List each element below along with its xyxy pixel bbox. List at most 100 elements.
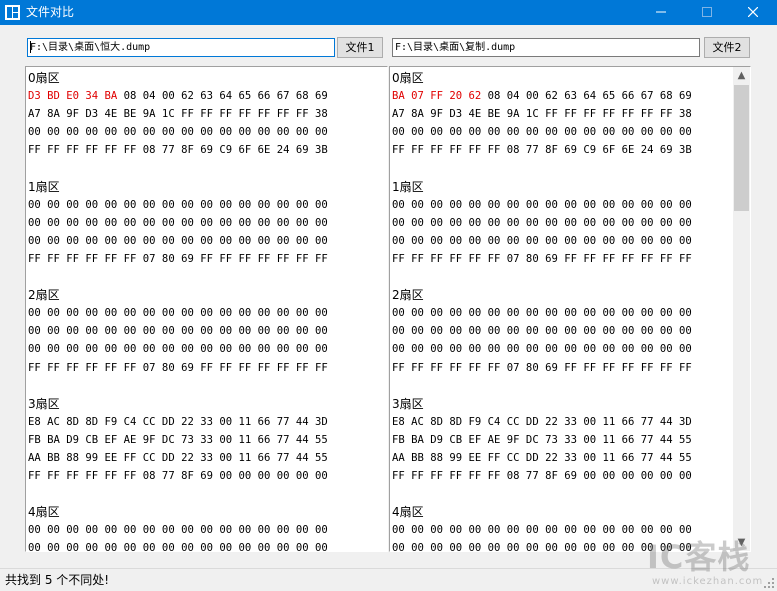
window-title: 文件对比 bbox=[26, 5, 75, 19]
hex-row: 00 00 00 00 00 00 00 00 00 00 00 00 00 0… bbox=[392, 340, 750, 358]
hex-bytes: 00 00 00 00 00 00 00 00 00 00 00 00 00 0… bbox=[28, 542, 328, 552]
hex-bytes: 00 00 00 00 00 00 00 00 00 00 00 00 00 0… bbox=[28, 198, 328, 211]
file2-hex-content: 0扇区 BA 07 FF 20 62 08 04 00 62 63 64 65 6… bbox=[392, 69, 750, 551]
sector-header: 1扇区 bbox=[392, 178, 750, 196]
scroll-down-arrow[interactable]: ▼ bbox=[733, 534, 750, 551]
sector-label: 0扇区 bbox=[392, 71, 424, 85]
hex-row: 00 00 00 00 00 00 00 00 00 00 00 00 00 0… bbox=[28, 214, 387, 232]
hex-row: A7 8A 9F D3 4E BE 9A 1C FF FF FF FF FF F… bbox=[28, 105, 387, 123]
hex-bytes: 00 00 00 00 00 00 00 00 00 00 00 00 00 0… bbox=[392, 216, 692, 229]
hex-row: 00 00 00 00 00 00 00 00 00 00 00 00 00 0… bbox=[28, 123, 387, 141]
close-button[interactable] bbox=[730, 0, 776, 25]
sector-label: 2扇区 bbox=[28, 288, 60, 303]
file1-hex-view[interactable]: 0扇区 D3 BD E0 34 BA 08 04 00 62 63 64 65 6… bbox=[25, 66, 388, 552]
minimize-button[interactable] bbox=[638, 0, 684, 25]
hex-row: 00 00 00 00 00 00 00 00 00 00 00 00 00 0… bbox=[392, 232, 750, 250]
app-icon bbox=[5, 5, 20, 20]
hex-row: BA 07 FF 20 62 08 04 00 62 63 64 65 66 6… bbox=[392, 87, 750, 105]
file2-path-input[interactable]: F:\目录\桌面\复制.dump bbox=[392, 38, 700, 57]
hex-row: AA BB 88 99 EE FF CC DD 22 33 00 11 66 7… bbox=[28, 449, 387, 467]
hex-bytes: 00 00 00 00 00 00 00 00 00 00 00 00 00 0… bbox=[392, 325, 692, 338]
hex-row: FF FF FF FF FF FF 07 80 69 FF FF FF FF F… bbox=[392, 250, 750, 268]
sector-label: 3扇区 bbox=[392, 396, 424, 411]
hex-bytes: 08 04 00 62 63 64 65 66 67 68 69 bbox=[481, 90, 692, 103]
sector-label: 1扇区 bbox=[392, 179, 424, 194]
sector-header: 4扇区 bbox=[392, 503, 750, 521]
hex-bytes: 00 00 00 00 00 00 00 00 00 00 00 00 00 0… bbox=[28, 325, 328, 338]
hex-bytes: 08 04 00 62 63 64 65 66 67 68 69 bbox=[117, 90, 328, 103]
sector-header: 1扇区 bbox=[28, 178, 387, 196]
hex-row: D3 BD E0 34 BA 08 04 00 62 63 64 65 66 6… bbox=[28, 87, 387, 105]
sector-label: 3扇区 bbox=[28, 396, 60, 411]
sector-label: 1扇区 bbox=[28, 179, 60, 194]
hex-bytes: FF FF FF FF FF FF 07 80 69 FF FF FF FF F… bbox=[392, 252, 692, 265]
minimize-icon bbox=[656, 11, 666, 13]
hex-bytes: 00 00 00 00 00 00 00 00 00 00 00 00 00 0… bbox=[28, 524, 328, 537]
hex-row: 00 00 00 00 00 00 00 00 00 00 00 00 00 0… bbox=[28, 304, 387, 322]
hex-bytes: FF FF FF FF FF FF 08 77 8F 69 C9 6F 6E 2… bbox=[392, 144, 692, 157]
hex-bytes: 00 00 00 00 00 00 00 00 00 00 00 00 00 0… bbox=[392, 542, 692, 552]
hex-row: E8 AC 8D 8D F9 C4 CC DD 22 33 00 11 66 7… bbox=[28, 413, 387, 431]
maximize-button[interactable] bbox=[684, 0, 730, 25]
diff-bytes: BA 07 FF 20 62 bbox=[392, 90, 482, 103]
vertical-scrollbar[interactable]: ▲ ▼ bbox=[733, 67, 750, 551]
sector-header: 0扇区 bbox=[392, 69, 750, 87]
sector-label: 2扇区 bbox=[392, 288, 424, 303]
scroll-thumb[interactable] bbox=[734, 85, 749, 211]
file1-path-input[interactable]: F:\目录\桌面\恒大.dump bbox=[27, 38, 335, 57]
hex-bytes: 00 00 00 00 00 00 00 00 00 00 00 00 00 0… bbox=[392, 234, 692, 247]
hex-row: 00 00 00 00 00 00 00 00 00 00 00 00 00 0… bbox=[392, 539, 750, 552]
status-text: 共找到 5 个不同处! bbox=[5, 573, 110, 587]
hex-bytes: E8 AC 8D 8D F9 C4 CC DD 22 33 00 11 66 7… bbox=[28, 415, 328, 428]
hex-row: AA BB 88 99 EE FF CC DD 22 33 00 11 66 7… bbox=[392, 449, 750, 467]
hex-bytes: FF FF FF FF FF FF 08 77 8F 69 00 00 00 0… bbox=[28, 470, 328, 483]
resize-grip-icon[interactable] bbox=[763, 577, 775, 589]
file1-hex-content: 0扇区 D3 BD E0 34 BA 08 04 00 62 63 64 65 6… bbox=[28, 69, 387, 551]
hex-row: 00 00 00 00 00 00 00 00 00 00 00 00 00 0… bbox=[28, 232, 387, 250]
hex-bytes: FF FF FF FF FF FF 08 77 8F 69 C9 6F 6E 2… bbox=[28, 144, 328, 157]
hex-bytes: FF FF FF FF FF FF 07 80 69 FF FF FF FF F… bbox=[28, 252, 328, 265]
hex-row: FF FF FF FF FF FF 08 77 8F 69 00 00 00 0… bbox=[28, 467, 387, 485]
file1-button[interactable]: 文件1 bbox=[337, 37, 383, 58]
hex-row: FF FF FF FF FF FF 07 80 69 FF FF FF FF F… bbox=[28, 250, 387, 268]
hex-bytes: 00 00 00 00 00 00 00 00 00 00 00 00 00 0… bbox=[392, 524, 692, 537]
hex-row: FB BA D9 CB EF AE 9F DC 73 33 00 11 66 7… bbox=[28, 431, 387, 449]
hex-bytes: 00 00 00 00 00 00 00 00 00 00 00 00 00 0… bbox=[28, 216, 328, 229]
sector-header: 2扇区 bbox=[28, 286, 387, 304]
hex-bytes: FF FF FF FF FF FF 07 80 69 FF FF FF FF F… bbox=[28, 361, 328, 374]
hex-row: 00 00 00 00 00 00 00 00 00 00 00 00 00 0… bbox=[392, 322, 750, 340]
hex-row: 00 00 00 00 00 00 00 00 00 00 00 00 00 0… bbox=[28, 521, 387, 539]
file2-button[interactable]: 文件2 bbox=[704, 37, 750, 58]
hex-bytes: 00 00 00 00 00 00 00 00 00 00 00 00 00 0… bbox=[392, 343, 692, 356]
hex-row: FF FF FF FF FF FF 08 77 8F 69 00 00 00 0… bbox=[392, 467, 750, 485]
hex-bytes: FF FF FF FF FF FF 08 77 8F 69 00 00 00 0… bbox=[392, 470, 692, 483]
hex-bytes: FF FF FF FF FF FF 07 80 69 FF FF FF FF F… bbox=[392, 361, 692, 374]
sector-header: 3扇区 bbox=[28, 395, 387, 413]
hex-bytes: A7 8A 9F D3 4E BE 9A 1C FF FF FF FF FF F… bbox=[28, 108, 328, 121]
hex-row: FF FF FF FF FF FF 07 80 69 FF FF FF FF F… bbox=[392, 359, 750, 377]
sector-label: 4扇区 bbox=[28, 505, 60, 520]
hex-row: 00 00 00 00 00 00 00 00 00 00 00 00 00 0… bbox=[28, 196, 387, 214]
status-bar: 共找到 5 个不同处! bbox=[0, 568, 777, 591]
hex-bytes: 00 00 00 00 00 00 00 00 00 00 00 00 00 0… bbox=[392, 198, 692, 211]
close-icon bbox=[747, 6, 759, 18]
scroll-up-arrow[interactable]: ▲ bbox=[733, 67, 750, 84]
hex-bytes: A7 8A 9F D3 4E BE 9A 1C FF FF FF FF FF F… bbox=[392, 108, 692, 121]
sector-header: 4扇区 bbox=[28, 503, 387, 521]
sector-header: 0扇区 bbox=[28, 69, 387, 87]
diff-bytes: D3 BD E0 34 BA bbox=[28, 90, 118, 103]
hex-row: 00 00 00 00 00 00 00 00 00 00 00 00 00 0… bbox=[392, 521, 750, 539]
hex-bytes: AA BB 88 99 EE FF CC DD 22 33 00 11 66 7… bbox=[28, 451, 328, 464]
hex-bytes: 00 00 00 00 00 00 00 00 00 00 00 00 00 0… bbox=[28, 343, 328, 356]
file2-hex-view[interactable]: 0扇区 BA 07 FF 20 62 08 04 00 62 63 64 65 6… bbox=[389, 66, 751, 552]
sector-header: 2扇区 bbox=[392, 286, 750, 304]
hex-bytes: FB BA D9 CB EF AE 9F DC 73 33 00 11 66 7… bbox=[28, 433, 328, 446]
hex-row: FF FF FF FF FF FF 08 77 8F 69 C9 6F 6E 2… bbox=[28, 141, 387, 159]
hex-bytes: AA BB 88 99 EE FF CC DD 22 33 00 11 66 7… bbox=[392, 451, 692, 464]
hex-row: FF FF FF FF FF FF 08 77 8F 69 C9 6F 6E 2… bbox=[392, 141, 750, 159]
